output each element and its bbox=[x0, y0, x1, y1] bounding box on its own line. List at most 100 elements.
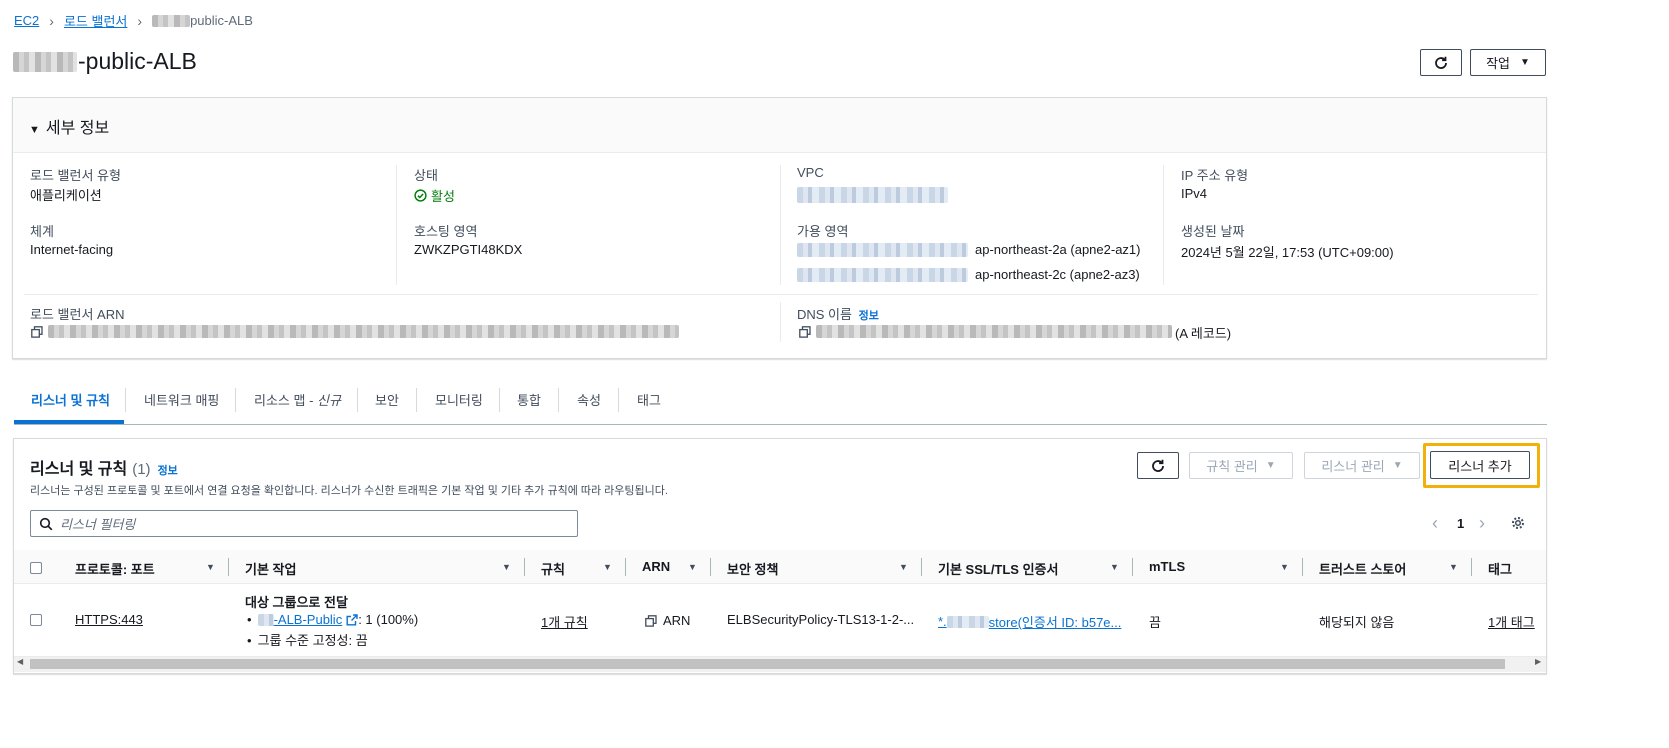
tab-integrations[interactable]: 통합 bbox=[517, 390, 541, 409]
cert-prefix: *. bbox=[938, 614, 947, 629]
add-listener-button[interactable]: 리스너 추가 bbox=[1430, 451, 1530, 479]
column-divider[interactable] bbox=[710, 558, 711, 576]
page-number[interactable]: 1 bbox=[1457, 516, 1464, 531]
prev-page-icon[interactable]: ‹ bbox=[1432, 513, 1438, 534]
rules-link[interactable]: 1개 규칙 bbox=[541, 612, 588, 631]
tab-resource-map[interactable]: 리소스 맵 - 신규 bbox=[254, 390, 341, 409]
details-header[interactable]: ▼ 세부 정보 bbox=[13, 98, 1546, 153]
column-divider[interactable] bbox=[1132, 558, 1133, 576]
select-all-checkbox[interactable] bbox=[30, 562, 42, 574]
column-divider[interactable] bbox=[921, 558, 922, 576]
copy-icon[interactable] bbox=[645, 614, 657, 627]
copy-icon[interactable] bbox=[799, 326, 811, 338]
column-trust-store[interactable]: 트러스트 스토어 bbox=[1319, 559, 1406, 578]
row-checkbox[interactable] bbox=[30, 614, 42, 626]
subnet-link-redacted[interactable] bbox=[797, 243, 968, 257]
caret-down-icon: ▼ bbox=[1265, 460, 1276, 471]
action-title: 대상 그룹으로 전달 bbox=[245, 595, 348, 610]
scrollbar-thumb[interactable] bbox=[30, 659, 1505, 669]
sort-caret-icon[interactable]: ▼ bbox=[206, 562, 215, 572]
tab-attributes[interactable]: 속성 bbox=[577, 390, 601, 409]
gear-icon[interactable] bbox=[1511, 516, 1525, 530]
tab-security[interactable]: 보안 bbox=[375, 390, 399, 409]
column-divider[interactable] bbox=[228, 558, 229, 576]
column-divider[interactable] bbox=[625, 558, 626, 576]
column-divider[interactable] bbox=[524, 558, 525, 576]
chevron-right-icon: › bbox=[49, 12, 54, 29]
column-arn[interactable]: ARN bbox=[642, 559, 670, 574]
dns-info-link[interactable]: 정보 bbox=[859, 310, 879, 322]
scroll-left-icon[interactable]: ◀ bbox=[17, 657, 23, 666]
column-divider[interactable] bbox=[1471, 558, 1472, 576]
column-rules[interactable]: 규칙 bbox=[541, 559, 565, 578]
state-label: 상태 bbox=[414, 168, 438, 183]
column-protocol-port[interactable]: 프로토콜: 포트 bbox=[75, 559, 155, 578]
dns-value-redacted bbox=[816, 325, 1172, 338]
caret-down-icon: ▼ bbox=[29, 124, 40, 136]
sort-caret-icon[interactable]: ▼ bbox=[502, 562, 511, 572]
tab-monitoring[interactable]: 모니터링 bbox=[435, 390, 483, 409]
details-heading: ▼ 세부 정보 bbox=[29, 120, 110, 137]
security-policy: ELBSecurityPolicy-TLS13-1-2-... bbox=[727, 612, 915, 627]
dns-label: DNS 이름 bbox=[797, 307, 852, 322]
sort-caret-icon[interactable]: ▼ bbox=[1449, 562, 1458, 572]
filter-placeholder: 리스너 필터링 bbox=[60, 517, 136, 532]
refresh-button[interactable] bbox=[1420, 49, 1462, 76]
manage-rules-button[interactable]: 규칙 관리 ▼ bbox=[1189, 452, 1293, 479]
column-tags[interactable]: 태그 bbox=[1488, 559, 1512, 578]
sort-caret-icon[interactable]: ▼ bbox=[899, 562, 908, 572]
listeners-info-link[interactable]: 정보 bbox=[158, 462, 178, 478]
column-divider bbox=[1163, 165, 1164, 285]
sort-caret-icon[interactable]: ▼ bbox=[1280, 562, 1289, 572]
subnet-link-redacted[interactable] bbox=[797, 268, 968, 282]
external-link-icon[interactable] bbox=[346, 613, 358, 626]
mtls-value: 끔 bbox=[1149, 615, 1161, 630]
listener-filter-input[interactable]: 리스너 필터링 bbox=[30, 510, 578, 537]
column-divider bbox=[780, 302, 781, 342]
scroll-right-icon[interactable]: ▶ bbox=[1535, 657, 1541, 666]
listeners-heading: 리스너 및 규칙 (1) 정보 bbox=[30, 455, 178, 479]
az-label: 가용 영역 bbox=[797, 224, 849, 239]
listeners-refresh-button[interactable] bbox=[1137, 452, 1179, 479]
copy-icon[interactable] bbox=[31, 326, 43, 338]
listeners-count: (1) bbox=[132, 461, 151, 478]
ip-type-label: IP 주소 유형 bbox=[1181, 168, 1249, 183]
sort-caret-icon[interactable]: ▼ bbox=[1110, 562, 1119, 572]
new-badge: 신규 bbox=[317, 393, 341, 408]
column-default-action[interactable]: 기본 작업 bbox=[245, 559, 296, 578]
tab-listeners-rules[interactable]: 리스너 및 규칙 bbox=[31, 390, 110, 409]
certificate-link[interactable]: *. store(인증서 ID: b57e... bbox=[938, 612, 1121, 631]
column-ssl-certificate[interactable]: 기본 SSL/TLS 인증서 bbox=[938, 559, 1058, 578]
vpc-link-redacted[interactable] bbox=[797, 187, 948, 203]
arn-copy[interactable]: ARN bbox=[645, 613, 690, 628]
actions-button[interactable]: 작업 ▼ bbox=[1470, 49, 1546, 76]
column-mtls[interactable]: mTLS bbox=[1149, 559, 1185, 574]
tab-tags[interactable]: 태그 bbox=[637, 390, 661, 409]
column-security-policy[interactable]: 보안 정책 bbox=[727, 559, 778, 578]
redacted-text bbox=[13, 51, 77, 72]
tags-link[interactable]: 1개 태그 bbox=[1488, 612, 1535, 631]
breadcrumb: EC2 › 로드 밸런서 › public-ALB bbox=[14, 11, 253, 30]
breadcrumb-ec2[interactable]: EC2 bbox=[14, 13, 39, 28]
manage-listener-button[interactable]: 리스너 관리 ▼ bbox=[1304, 452, 1420, 479]
column-divider[interactable] bbox=[1302, 558, 1303, 576]
search-icon bbox=[39, 517, 53, 530]
manage-listener-label: 리스너 관리 bbox=[1321, 459, 1385, 474]
column-divider bbox=[396, 165, 397, 285]
caret-down-icon: ▼ bbox=[1392, 460, 1403, 471]
sort-caret-icon[interactable]: ▼ bbox=[688, 562, 697, 572]
tab-divider bbox=[357, 388, 358, 412]
cert-name: store(인증서 ID: b57e... bbox=[988, 615, 1122, 630]
listener-protocol-link[interactable]: HTTPS:443 bbox=[75, 612, 143, 627]
bullet: • bbox=[247, 612, 252, 627]
tab-resource-map-label: 리소스 맵 - bbox=[254, 393, 318, 408]
sort-caret-icon[interactable]: ▼ bbox=[603, 562, 612, 572]
listeners-title: 리스너 및 규칙 bbox=[30, 461, 128, 478]
next-page-icon[interactable]: › bbox=[1479, 513, 1485, 534]
tab-network-mapping[interactable]: 네트워크 매핑 bbox=[144, 390, 219, 409]
tab-divider bbox=[499, 388, 500, 412]
target-group-link[interactable]: -ALB-Public bbox=[274, 612, 343, 627]
column-divider bbox=[780, 165, 781, 285]
redacted-text bbox=[946, 615, 989, 628]
breadcrumb-load-balancers[interactable]: 로드 밸런서 bbox=[64, 11, 127, 30]
